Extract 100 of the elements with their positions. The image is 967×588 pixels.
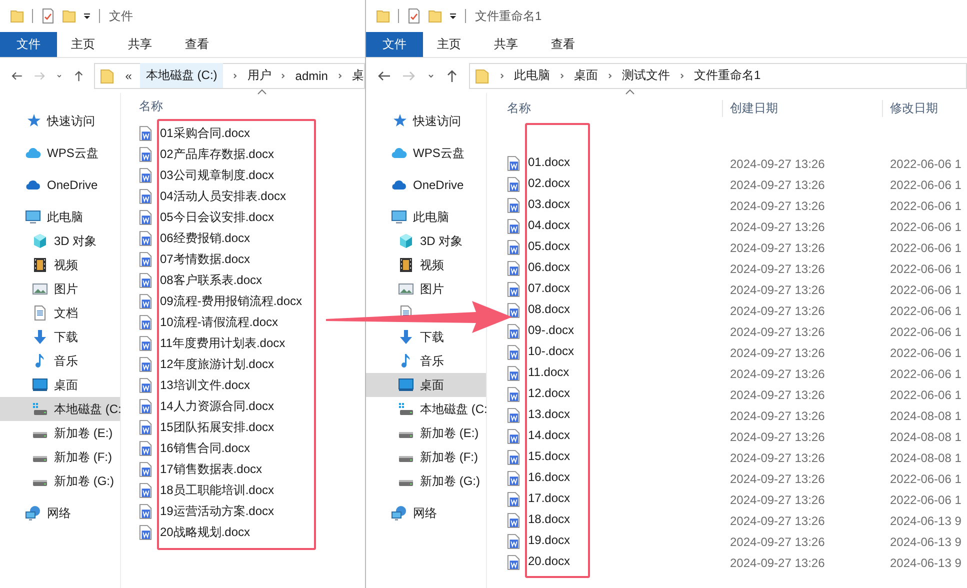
sidebar-item[interactable]: 新加卷 (F:) — [0, 445, 120, 469]
breadcrumb-item[interactable]: 用户 — [247, 67, 272, 84]
file-name[interactable]: 16销售合同.docx — [160, 440, 250, 457]
file-name[interactable]: 07考情数据.docx — [160, 251, 250, 268]
checklist-icon[interactable] — [406, 8, 422, 24]
file-name[interactable]: 13.docx — [528, 406, 570, 420]
sidebar-item[interactable]: 文档 — [0, 301, 120, 325]
breadcrumb-item[interactable]: 桌 — [352, 67, 364, 84]
checklist-icon[interactable] — [40, 8, 56, 24]
sort-caret-icon[interactable] — [625, 89, 635, 95]
file-name[interactable]: 12年度旅游计划.docx — [160, 356, 274, 373]
ribbon-tab[interactable]: 查看 — [171, 32, 223, 57]
chevron-right-icon[interactable] — [678, 72, 686, 80]
sidebar-item[interactable]: 图片 — [366, 277, 486, 301]
file-name[interactable]: 04活动人员安排表.docx — [160, 188, 286, 205]
breadcrumb-item[interactable]: 本地磁盘 (C:) — [140, 63, 224, 88]
file-name[interactable]: 04.docx — [528, 218, 570, 232]
sidebar-item[interactable]: 下载 — [366, 325, 486, 349]
file-name[interactable]: 02产品库存数据.docx — [160, 146, 274, 163]
chevron-right-icon[interactable] — [558, 72, 566, 80]
sidebar-item[interactable]: 此电脑 — [0, 205, 120, 229]
file-name[interactable]: 14.docx — [528, 428, 570, 442]
sidebar-item[interactable]: 音乐 — [0, 349, 120, 373]
ribbon-tab[interactable]: 主页 — [423, 32, 475, 57]
sidebar-item[interactable]: 新加卷 (G:) — [0, 469, 120, 493]
file-name[interactable]: 03.docx — [528, 196, 570, 210]
sidebar-item[interactable]: OneDrive — [366, 173, 486, 197]
chevron-right-icon[interactable] — [279, 72, 288, 80]
file-name[interactable]: 06经费报销.docx — [160, 230, 250, 247]
sidebar-item[interactable]: 视频 — [0, 253, 120, 277]
file-name[interactable]: 17销售数据表.docx — [160, 461, 262, 478]
chevron-right-icon[interactable] — [606, 72, 614, 80]
sort-caret-icon[interactable] — [257, 89, 267, 95]
overflow-marker[interactable]: « — [125, 68, 132, 82]
sidebar-item[interactable]: 桌面 — [366, 373, 486, 397]
ribbon-tab[interactable]: 共享 — [114, 32, 166, 57]
chevron-right-icon[interactable] — [498, 72, 506, 80]
sidebar-item[interactable]: 新加卷 (E:) — [0, 421, 120, 445]
ribbon-tab[interactable]: 查看 — [537, 32, 589, 57]
dropdown-icon[interactable] — [82, 11, 92, 21]
file-name[interactable]: 11.docx — [528, 364, 570, 378]
sidebar-item[interactable]: 网络 — [0, 501, 120, 525]
file-name[interactable]: 12.docx — [528, 386, 570, 400]
file-name[interactable]: 15团队拓展安排.docx — [160, 419, 274, 436]
file-name[interactable]: 16.docx — [528, 470, 570, 484]
file-name[interactable]: 08.docx — [528, 302, 570, 316]
file-name[interactable]: 11年度费用计划表.docx — [160, 335, 286, 352]
file-name[interactable]: 19.docx — [528, 532, 570, 546]
sidebar-item[interactable]: 新加卷 (F:) — [366, 445, 486, 469]
sidebar-item[interactable]: 音乐 — [366, 349, 486, 373]
file-name[interactable]: 10-.docx — [528, 344, 574, 358]
breadcrumb-item[interactable]: 桌面 — [574, 67, 598, 84]
file-name[interactable]: 03公司规章制度.docx — [160, 167, 274, 184]
chevron-right-icon[interactable] — [231, 72, 240, 80]
file-name[interactable]: 05.docx — [528, 238, 570, 252]
file-name[interactable]: 05今日会议安排.docx — [160, 209, 274, 226]
address-bar[interactable]: « 本地磁盘 (C:) 用户 admin 桌 — [94, 62, 365, 88]
file-name[interactable]: 10流程-请假流程.docx — [160, 314, 278, 331]
column-header[interactable]: 创建日期 — [722, 100, 882, 116]
sidebar-item[interactable]: 桌面 — [0, 373, 120, 397]
file-name[interactable]: 02.docx — [528, 176, 570, 190]
address-bar[interactable]: 此电脑 桌面 测试文件 文件重命名1 — [469, 62, 967, 88]
file-name[interactable]: 18.docx — [528, 512, 570, 526]
breadcrumb-item[interactable]: 此电脑 — [514, 67, 550, 84]
ribbon-tab[interactable]: 共享 — [480, 32, 532, 57]
sidebar-item[interactable]: 图片 — [0, 277, 120, 301]
sidebar-item[interactable]: 本地磁盘 (C: — [366, 397, 486, 421]
ribbon-tab[interactable]: 主页 — [57, 32, 109, 57]
file-name[interactable]: 17.docx — [528, 490, 570, 504]
dropdown-icon[interactable] — [448, 11, 458, 21]
sidebar-item[interactable]: 快速访问 — [0, 109, 120, 133]
file-name[interactable]: 09流程-费用报销流程.docx — [160, 293, 302, 310]
ribbon-tab[interactable]: 文件 — [0, 32, 57, 57]
sidebar-item[interactable]: 下载 — [0, 325, 120, 349]
file-name[interactable]: 01.docx — [528, 154, 570, 168]
file-name[interactable]: 07.docx — [528, 280, 570, 294]
file-name[interactable]: 20.docx — [528, 554, 570, 568]
file-name[interactable]: 15.docx — [528, 448, 570, 462]
sidebar-item[interactable]: 网络 — [366, 501, 486, 525]
file-name[interactable]: 13培训文件.docx — [160, 377, 250, 394]
sidebar-item[interactable]: WPS云盘 — [0, 141, 120, 165]
sidebar-item[interactable]: 此电脑 — [366, 205, 486, 229]
file-name[interactable]: 14人力资源合同.docx — [160, 398, 274, 415]
chevron-right-icon[interactable] — [336, 72, 344, 80]
file-name[interactable]: 06.docx — [528, 260, 570, 274]
sidebar-item[interactable]: 新加卷 (E:) — [366, 421, 486, 445]
file-name[interactable]: 09-.docx — [528, 322, 574, 336]
sidebar-item[interactable]: OneDrive — [0, 173, 120, 197]
column-header[interactable]: 修改日期 — [882, 100, 938, 116]
file-name[interactable]: 20战略规划.docx — [160, 524, 250, 541]
column-header[interactable]: 名称 — [507, 100, 722, 116]
column-header[interactable]: 名称 — [139, 98, 163, 114]
file-name[interactable]: 01采购合同.docx — [160, 125, 250, 142]
breadcrumb-item[interactable]: 文件重命名1 — [694, 67, 761, 84]
sidebar-item[interactable]: 视频 — [366, 253, 486, 277]
file-name[interactable]: 19运营活动方案.docx — [160, 503, 274, 520]
sidebar-item[interactable]: 快速访问 — [366, 109, 486, 133]
breadcrumb-item[interactable]: 测试文件 — [622, 67, 670, 84]
sidebar-item[interactable]: 本地磁盘 (C: — [0, 397, 120, 421]
sidebar-item[interactable]: 3D 对象 — [0, 229, 120, 253]
